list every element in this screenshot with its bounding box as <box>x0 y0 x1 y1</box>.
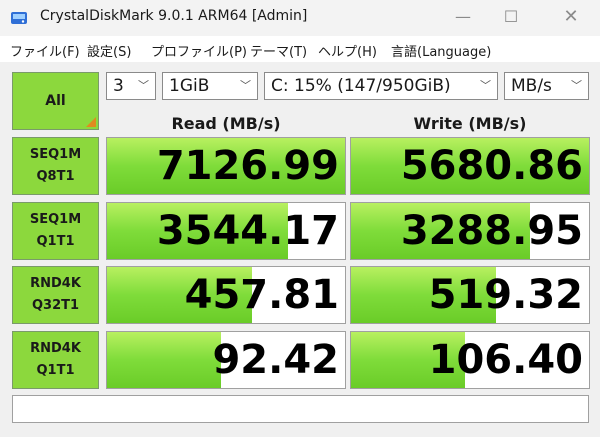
main-panel: All 3 ﹀ 1GiB ﹀ C: 15% (147/950GiB) ﹀ MB/… <box>0 62 600 437</box>
test-label-line2: Q8T1 <box>36 169 75 184</box>
test-button-rnd4k-q32t1[interactable]: RND4K Q32T1 <box>12 266 99 324</box>
write-value: 519.32 <box>428 272 583 318</box>
read-value: 3544.17 <box>156 208 339 254</box>
count-value: 3 <box>113 76 124 96</box>
read-result-cell: 457.81 <box>106 266 346 324</box>
minimize-icon[interactable]: — <box>440 0 486 36</box>
test-label-line1: RND4K <box>30 276 81 291</box>
test-button-seq1m-q8t1[interactable]: SEQ1M Q8T1 <box>12 137 99 195</box>
menu-file[interactable]: ファイル(F) <box>10 41 80 60</box>
unit-value: MB/s <box>511 76 552 96</box>
chevron-down-icon: ﹀ <box>571 79 582 92</box>
test-button-rnd4k-q1t1[interactable]: RND4K Q1T1 <box>12 331 99 389</box>
test-label-line1: RND4K <box>30 341 81 356</box>
menu-bar: ファイル(F) 設定(S) プロファイル(P) テーマ(T) ヘルプ(H) 言語… <box>0 36 600 62</box>
app-disk-icon <box>11 12 27 24</box>
write-result-cell: 3288.95 <box>350 202 590 260</box>
test-label-line2: Q32T1 <box>31 298 80 313</box>
all-button-label: All <box>45 93 66 109</box>
maximize-icon[interactable]: ☐ <box>488 0 534 36</box>
size-select[interactable]: 1GiB ﹀ <box>162 72 258 100</box>
write-result-cell: 519.32 <box>350 266 590 324</box>
menu-language[interactable]: 言語(Language) <box>391 41 491 60</box>
write-value: 3288.95 <box>400 208 583 254</box>
test-button-seq1m-q1t1[interactable]: SEQ1M Q1T1 <box>12 202 99 260</box>
chevron-down-icon: ﹀ <box>480 79 491 92</box>
drive-value: C: 15% (147/950GiB) <box>271 76 451 96</box>
chevron-down-icon: ﹀ <box>138 79 149 92</box>
test-label-line2: Q1T1 <box>36 363 75 378</box>
count-select[interactable]: 3 ﹀ <box>106 72 156 100</box>
read-value: 7126.99 <box>156 143 339 189</box>
write-value: 5680.86 <box>400 143 583 189</box>
write-header: Write (MB/s) <box>413 114 527 133</box>
read-progress-bar <box>107 332 222 388</box>
write-result-cell: 5680.86 <box>350 137 590 195</box>
drive-select[interactable]: C: 15% (147/950GiB) ﹀ <box>264 72 498 100</box>
write-result-cell: 106.40 <box>350 331 590 389</box>
close-icon[interactable]: ✕ <box>548 0 594 36</box>
test-label-line1: SEQ1M <box>29 212 82 227</box>
menu-profile[interactable]: プロファイル(P) <box>151 41 247 60</box>
size-value: 1GiB <box>169 76 210 96</box>
read-header: Read (MB/s) <box>171 114 281 133</box>
all-button[interactable]: All <box>12 72 99 130</box>
chevron-down-icon: ﹀ <box>240 79 251 92</box>
test-label-line1: SEQ1M <box>29 147 82 162</box>
read-result-cell: 92.42 <box>106 331 346 389</box>
window-title: CrystalDiskMark 9.0.1 ARM64 [Admin] <box>40 8 308 24</box>
title-bar: CrystalDiskMark 9.0.1 ARM64 [Admin] — ☐ … <box>0 0 600 36</box>
comment-field[interactable] <box>12 395 589 423</box>
menu-settings[interactable]: 設定(S) <box>87 41 131 60</box>
unit-select[interactable]: MB/s ﹀ <box>504 72 589 100</box>
menu-help[interactable]: ヘルプ(H) <box>318 41 377 60</box>
read-result-cell: 7126.99 <box>106 137 346 195</box>
read-value: 457.81 <box>184 272 339 318</box>
read-result-cell: 3544.17 <box>106 202 346 260</box>
menu-theme[interactable]: テーマ(T) <box>250 41 307 60</box>
test-label-line2: Q1T1 <box>36 234 75 249</box>
write-value: 106.40 <box>428 337 583 383</box>
read-value: 92.42 <box>212 337 339 383</box>
corner-marker-icon <box>86 117 96 127</box>
